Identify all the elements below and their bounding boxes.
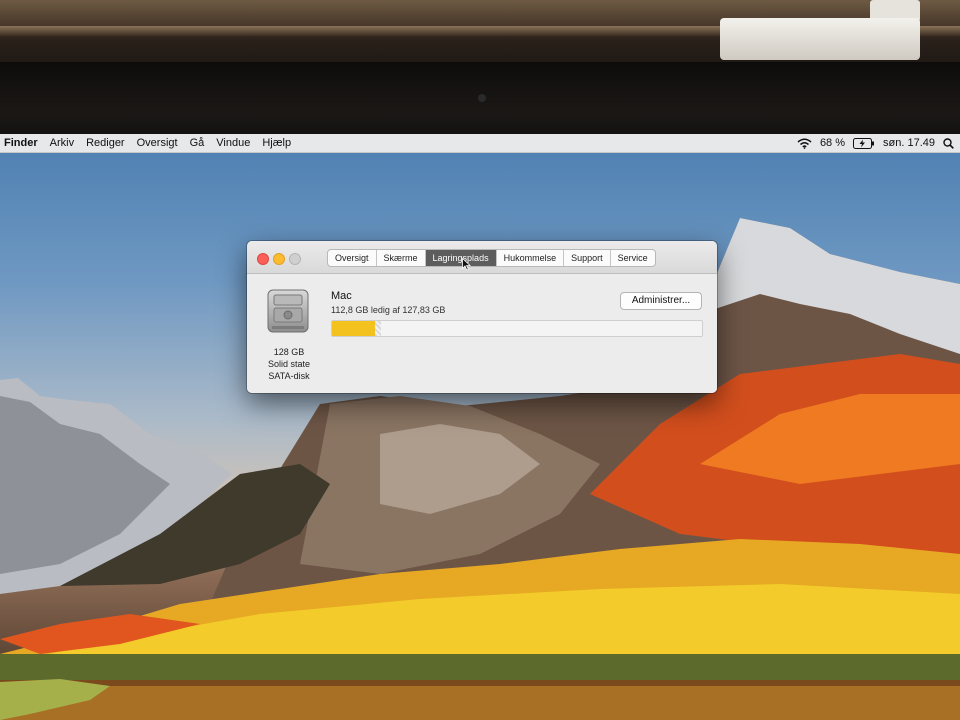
about-this-mac-window: Oversigt Skærme Lagringsplads Hukommelse… <box>247 241 717 393</box>
menu-hjaelp[interactable]: Hjælp <box>256 137 297 149</box>
webcam <box>478 94 486 102</box>
device-in-background <box>720 18 920 60</box>
menu-arkiv[interactable]: Arkiv <box>44 137 80 149</box>
wallpaper-mountains <box>0 218 960 720</box>
battery-percent[interactable]: 68 % <box>820 137 845 149</box>
tab-skaerme[interactable]: Skærme <box>377 250 426 266</box>
battery-charging-icon[interactable] <box>853 137 875 149</box>
mouse-pointer-icon <box>462 257 472 276</box>
storage-used-segment <box>332 321 375 336</box>
menu-app-finder[interactable]: Finder <box>0 137 44 149</box>
tab-oversigt[interactable]: Oversigt <box>328 250 377 266</box>
window-titlebar[interactable]: Oversigt Skærme Lagringsplads Hukommelse… <box>247 241 717 274</box>
storage-other-segment <box>375 321 381 336</box>
minimize-button[interactable] <box>273 253 285 265</box>
storage-panel: 128 GB Solid state SATA-disk Mac 112,8 G… <box>247 274 717 393</box>
tab-bar: Oversigt Skærme Lagringsplads Hukommelse… <box>327 249 656 267</box>
tab-hukommelse[interactable]: Hukommelse <box>497 250 565 266</box>
menu-bar-extras: 68 % søn. 17.49 <box>797 137 960 149</box>
photo-surroundings <box>0 0 960 134</box>
volume-free-space: 112,8 GB ledig af 127,83 GB <box>331 305 446 315</box>
menu-rediger[interactable]: Rediger <box>80 137 131 149</box>
volume-name: Mac <box>331 290 352 302</box>
manage-button[interactable]: Administrer... <box>620 292 702 310</box>
menu-bar: Finder Arkiv Rediger Oversigt Gå Vindue … <box>0 134 960 153</box>
menu-vindue[interactable]: Vindue <box>210 137 256 149</box>
disk-interface: SATA-disk <box>268 371 310 381</box>
disk-info: 128 GB Solid state SATA-disk <box>255 346 323 382</box>
disk-type: Solid state <box>267 359 311 369</box>
spotlight-search-icon[interactable] <box>943 137 954 149</box>
disk-capacity: 128 GB <box>273 347 305 357</box>
clock[interactable]: søn. 17.49 <box>883 137 935 149</box>
wifi-icon[interactable] <box>797 138 812 149</box>
desktop-wallpaper <box>0 134 960 720</box>
hard-disk-icon <box>266 288 310 334</box>
tab-service[interactable]: Service <box>611 250 655 266</box>
menu-ga[interactable]: Gå <box>184 137 211 149</box>
close-button[interactable] <box>257 253 269 265</box>
zoom-button[interactable] <box>289 253 301 265</box>
menu-oversigt[interactable]: Oversigt <box>131 137 184 149</box>
storage-usage-bar[interactable] <box>331 320 703 337</box>
tab-support[interactable]: Support <box>564 250 611 266</box>
